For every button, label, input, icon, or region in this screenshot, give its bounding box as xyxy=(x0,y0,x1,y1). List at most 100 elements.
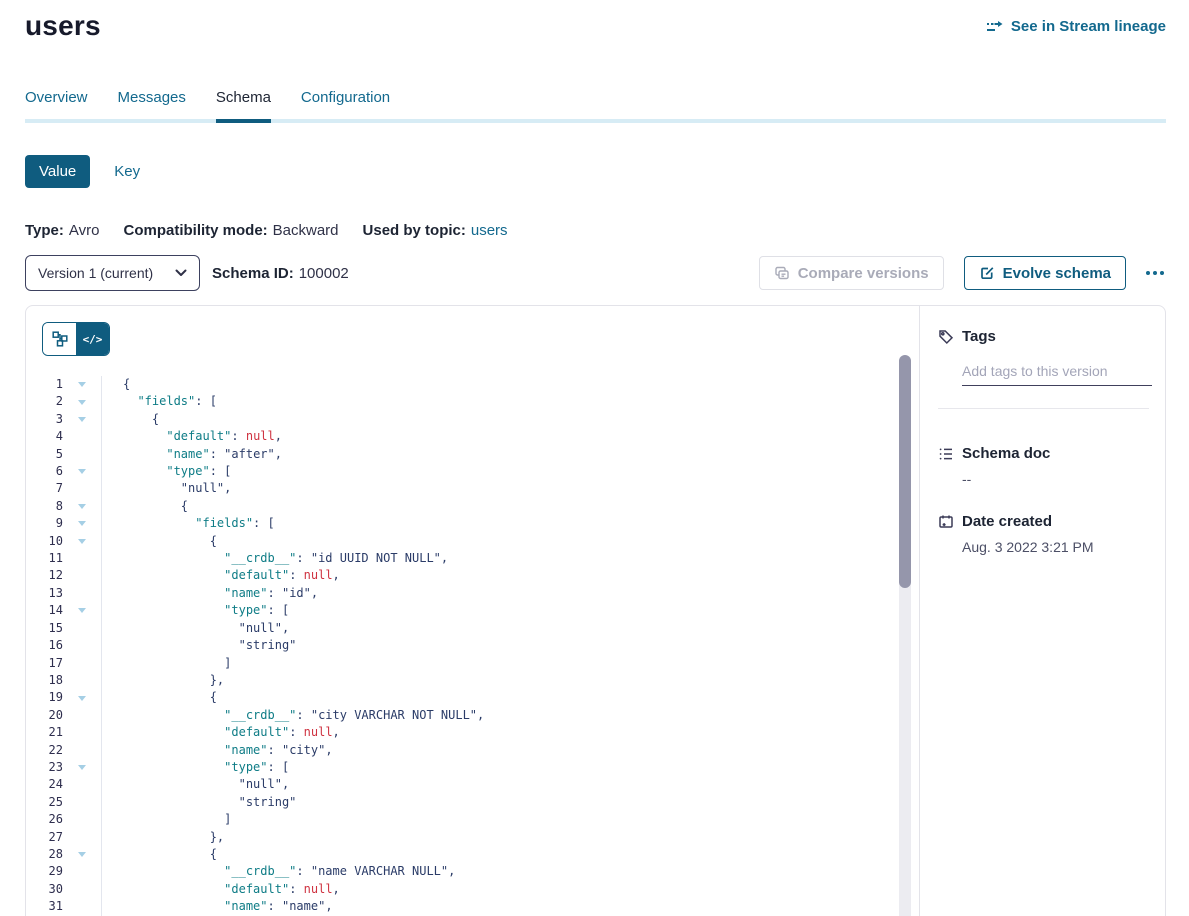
code-line: 5 "name": "after", xyxy=(42,446,919,463)
chevron-down-icon xyxy=(175,269,187,277)
code-line: 23 "type": [ xyxy=(42,759,919,776)
code-line: 2 "fields": [ xyxy=(42,393,919,410)
line-number: 31 xyxy=(42,898,63,915)
code-line: 8 { xyxy=(42,498,919,515)
line-number: 29 xyxy=(42,863,63,880)
line-number: 24 xyxy=(42,776,63,793)
tab-messages[interactable]: Messages xyxy=(118,89,186,119)
line-number: 8 xyxy=(42,498,63,515)
line-number: 17 xyxy=(42,655,63,672)
line-number: 4 xyxy=(42,428,63,445)
topic-link[interactable]: users xyxy=(471,222,508,239)
line-number: 18 xyxy=(42,672,63,689)
line-number: 5 xyxy=(42,446,63,463)
line-number: 21 xyxy=(42,724,63,741)
code-line: 25 "string" xyxy=(42,794,919,811)
add-tags-input[interactable] xyxy=(962,361,1152,386)
line-number: 1 xyxy=(42,376,63,393)
line-number: 16 xyxy=(42,637,63,654)
schema-card: </> 1{2 "fields": [3 {4 "default": null,… xyxy=(25,305,1166,916)
sidebar-divider xyxy=(938,408,1149,409)
tab-overview[interactable]: Overview xyxy=(25,89,88,119)
see-in-stream-lineage-link[interactable]: See in Stream lineage xyxy=(986,18,1166,35)
tree-view-icon[interactable] xyxy=(43,323,76,355)
line-number: 11 xyxy=(42,550,63,567)
fold-toggle-icon[interactable] xyxy=(78,852,86,857)
code-line: 26 ] xyxy=(42,811,919,828)
tags-section: Tags xyxy=(938,328,1149,409)
line-number: 13 xyxy=(42,585,63,602)
editor-scrollbar[interactable] xyxy=(899,355,911,916)
code-line: 16 "string" xyxy=(42,637,919,654)
tab-configuration[interactable]: Configuration xyxy=(301,89,390,119)
compare-versions-icon xyxy=(774,265,790,281)
fold-toggle-icon[interactable] xyxy=(78,765,86,770)
value-key-toggle: Value Key xyxy=(25,155,1166,188)
code-line: 24 "null", xyxy=(42,776,919,793)
code-line: 27 }, xyxy=(42,829,919,846)
compare-versions-button[interactable]: Compare versions xyxy=(759,256,944,290)
tags-title: Tags xyxy=(962,328,996,345)
value-toggle-button[interactable]: Value xyxy=(25,155,90,188)
fold-toggle-icon[interactable] xyxy=(78,382,86,387)
line-number: 28 xyxy=(42,846,63,863)
code-line: 3 { xyxy=(42,411,919,428)
line-number: 7 xyxy=(42,480,63,497)
code-line: 10 { xyxy=(42,533,919,550)
schema-page: users See in Stream lineage Overview Mes… xyxy=(0,0,1189,916)
line-number: 25 xyxy=(42,794,63,811)
tab-schema[interactable]: Schema xyxy=(216,89,271,119)
line-number: 20 xyxy=(42,707,63,724)
line-number: 15 xyxy=(42,620,63,637)
code-line: 14 "type": [ xyxy=(42,602,919,619)
line-number: 19 xyxy=(42,689,63,706)
scrollbar-thumb[interactable] xyxy=(899,355,911,588)
fold-toggle-icon[interactable] xyxy=(78,417,86,422)
line-number: 12 xyxy=(42,567,63,584)
fold-toggle-icon[interactable] xyxy=(78,469,86,474)
schema-code-block: 1{2 "fields": [3 {4 "default": null,5 "n… xyxy=(42,376,919,916)
list-icon xyxy=(938,446,954,462)
fold-toggle-icon[interactable] xyxy=(78,608,86,613)
tag-icon xyxy=(938,329,954,345)
edit-icon xyxy=(979,265,995,281)
page-header: users See in Stream lineage xyxy=(25,0,1166,42)
code-line: 22 "name": "city", xyxy=(42,742,919,759)
line-number: 6 xyxy=(42,463,63,480)
tab-bar: Overview Messages Schema Configuration xyxy=(25,89,1166,123)
schema-meta: Type:Avro Compatibility mode:Backward Us… xyxy=(25,222,1166,239)
code-line: 13 "name": "id", xyxy=(42,585,919,602)
calendar-plus-icon xyxy=(938,514,954,530)
code-line: 18 }, xyxy=(42,672,919,689)
fold-toggle-icon[interactable] xyxy=(78,521,86,526)
line-number: 3 xyxy=(42,411,63,428)
fold-toggle-icon[interactable] xyxy=(78,400,86,405)
meta-used-by-topic: Used by topic:users xyxy=(363,222,508,239)
fold-toggle-icon[interactable] xyxy=(78,696,86,701)
code-line: 19 { xyxy=(42,689,919,706)
schema-doc-title: Schema doc xyxy=(962,445,1050,462)
line-number: 10 xyxy=(42,533,63,550)
code-line: 21 "default": null, xyxy=(42,724,919,741)
code-line: 12 "default": null, xyxy=(42,567,919,584)
schema-editor: </> 1{2 "fields": [3 {4 "default": null,… xyxy=(26,306,919,916)
code-line: 28 { xyxy=(42,846,919,863)
version-bar: Version 1 (current) Schema ID:100002 Com… xyxy=(25,255,1166,291)
key-toggle-button[interactable]: Key xyxy=(114,155,140,188)
view-mode-toggle: </> xyxy=(42,322,110,356)
line-number: 9 xyxy=(42,515,63,532)
more-options-icon[interactable] xyxy=(1144,265,1166,281)
schema-doc-section: Schema doc -- xyxy=(938,445,1149,487)
code-line: 11 "__crdb__": "id UUID NOT NULL", xyxy=(42,550,919,567)
schema-sidebar: Tags Schema xyxy=(919,306,1165,916)
date-created-value: Aug. 3 2022 3:21 PM xyxy=(962,539,1149,555)
code-view-icon[interactable]: </> xyxy=(76,323,109,355)
evolve-schema-button[interactable]: Evolve schema xyxy=(964,256,1126,290)
version-select[interactable]: Version 1 (current) xyxy=(25,255,200,291)
line-number: 14 xyxy=(42,602,63,619)
fold-toggle-icon[interactable] xyxy=(78,504,86,509)
code-line: 9 "fields": [ xyxy=(42,515,919,532)
code-line: 29 "__crdb__": "name VARCHAR NULL", xyxy=(42,863,919,880)
code-line: 31 "name": "name", xyxy=(42,898,919,915)
fold-toggle-icon[interactable] xyxy=(78,539,86,544)
